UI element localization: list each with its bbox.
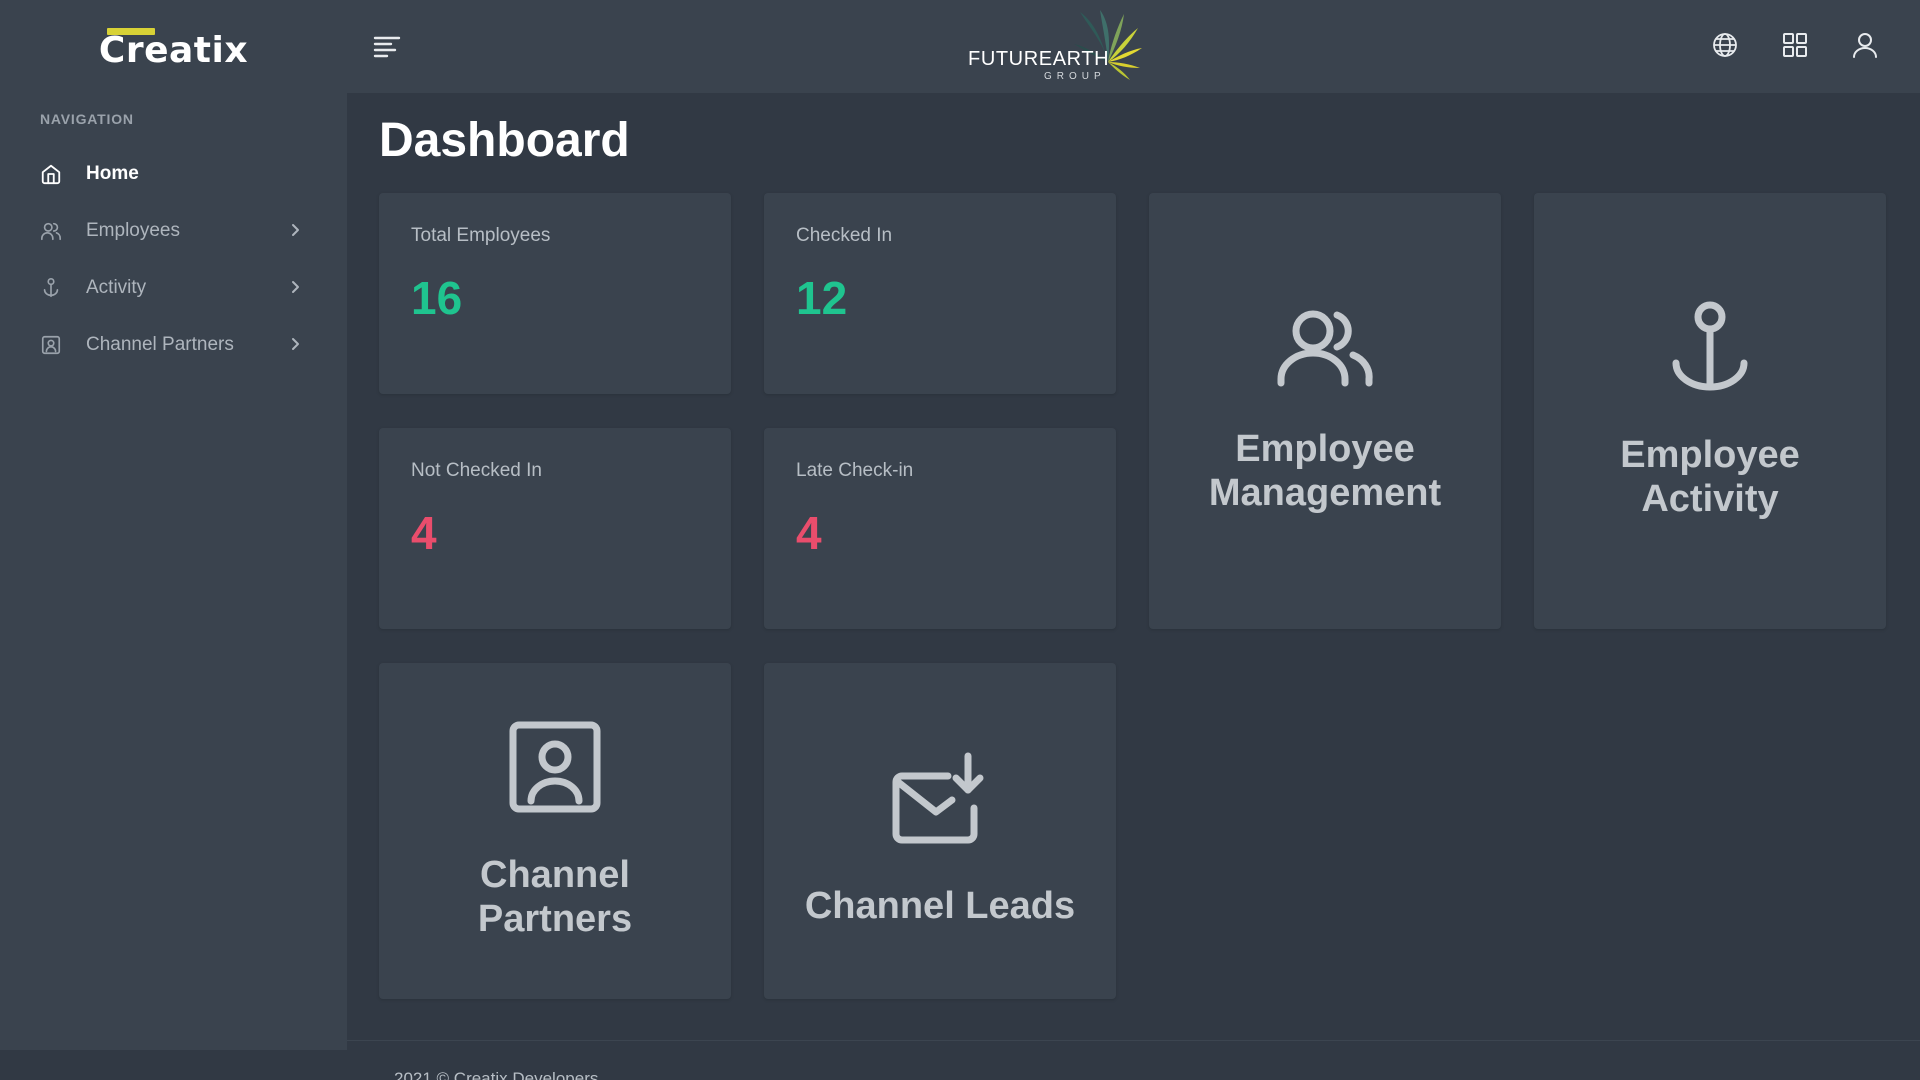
sidebar: Creatix NAVIGATION Home Employees Activi… bbox=[0, 0, 347, 1050]
brand-accent-bar bbox=[107, 28, 155, 35]
stat-value: 4 bbox=[796, 507, 822, 559]
anchor-icon bbox=[1670, 301, 1750, 393]
tile-channel-leads[interactable]: Channel Leads bbox=[764, 663, 1116, 999]
chevron-right-icon bbox=[287, 336, 303, 352]
footer-copyright: 2021 © Creatix Developers bbox=[394, 1069, 599, 1080]
tile-label: Employee Activity bbox=[1620, 434, 1800, 520]
sidebar-item-label: Home bbox=[86, 162, 139, 184]
contact-card-icon bbox=[509, 721, 601, 813]
stat-card-not-checked-in[interactable]: Not Checked In 4 bbox=[379, 428, 731, 629]
stat-card-checked-in[interactable]: Checked In 12 bbox=[764, 193, 1116, 394]
stat-label: Checked In bbox=[796, 225, 893, 246]
logo-subtext: GROUP bbox=[1044, 71, 1106, 82]
stat-label: Late Check-in bbox=[796, 460, 914, 481]
tile-label: Channel Leads bbox=[804, 885, 1076, 927]
stat-value: 12 bbox=[796, 272, 848, 324]
tile-employee-activity[interactable]: Employee Activity bbox=[1534, 193, 1886, 629]
sidebar-item-employees[interactable]: Employees bbox=[0, 202, 347, 259]
stat-value: 16 bbox=[411, 272, 463, 324]
stat-label: Not Checked In bbox=[411, 460, 542, 481]
stat-label: Total Employees bbox=[411, 225, 551, 246]
sidebar-item-activity[interactable]: Activity bbox=[0, 259, 347, 316]
contact-card-icon bbox=[40, 334, 62, 356]
chevron-right-icon bbox=[287, 222, 303, 238]
sidebar-item-label: Activity bbox=[86, 276, 147, 298]
globe-icon[interactable] bbox=[1710, 30, 1740, 60]
tile-employee-management[interactable]: Employee Management bbox=[1149, 193, 1501, 629]
header-actions bbox=[1710, 30, 1880, 60]
tile-label: Employee Management bbox=[1208, 428, 1442, 514]
top-header: FUTUREARTH GROUP bbox=[347, 0, 1920, 93]
stat-card-total-employees[interactable]: Total Employees 16 bbox=[379, 193, 731, 394]
anchor-icon bbox=[40, 277, 62, 299]
brand-name: Creatix bbox=[98, 30, 249, 71]
main-content: Dashboard Total Employees 16 Checked In … bbox=[347, 93, 1920, 1050]
stat-card-late-check-in[interactable]: Late Check-in 4 bbox=[764, 428, 1116, 629]
sidebar-item-channel-partners[interactable]: Channel Partners bbox=[0, 316, 347, 373]
company-logo: FUTUREARTH GROUP bbox=[964, 6, 1154, 84]
inbox-download-icon bbox=[892, 752, 988, 844]
page-title: Dashboard bbox=[379, 114, 630, 167]
sidebar-item-label: Channel Partners bbox=[86, 333, 234, 355]
stat-value: 4 bbox=[411, 507, 437, 559]
brand-logo[interactable]: Creatix bbox=[0, 0, 347, 93]
home-icon bbox=[40, 163, 62, 185]
nav-heading: NAVIGATION bbox=[40, 111, 134, 127]
grid-icon[interactable] bbox=[1780, 30, 1810, 60]
footer: 2021 © Creatix Developers bbox=[347, 1040, 1920, 1080]
tile-channel-partners[interactable]: Channel Partners bbox=[379, 663, 731, 999]
menu-toggle-icon[interactable] bbox=[372, 33, 402, 61]
users-icon bbox=[1275, 307, 1375, 387]
sidebar-item-home[interactable]: Home bbox=[0, 145, 347, 202]
user-icon[interactable] bbox=[1850, 30, 1880, 60]
chevron-right-icon bbox=[287, 279, 303, 295]
logo-text: FUTUREARTH bbox=[968, 48, 1110, 70]
tile-label: Channel Partners bbox=[477, 854, 633, 940]
sidebar-item-label: Employees bbox=[86, 219, 180, 241]
users-icon bbox=[40, 220, 62, 242]
